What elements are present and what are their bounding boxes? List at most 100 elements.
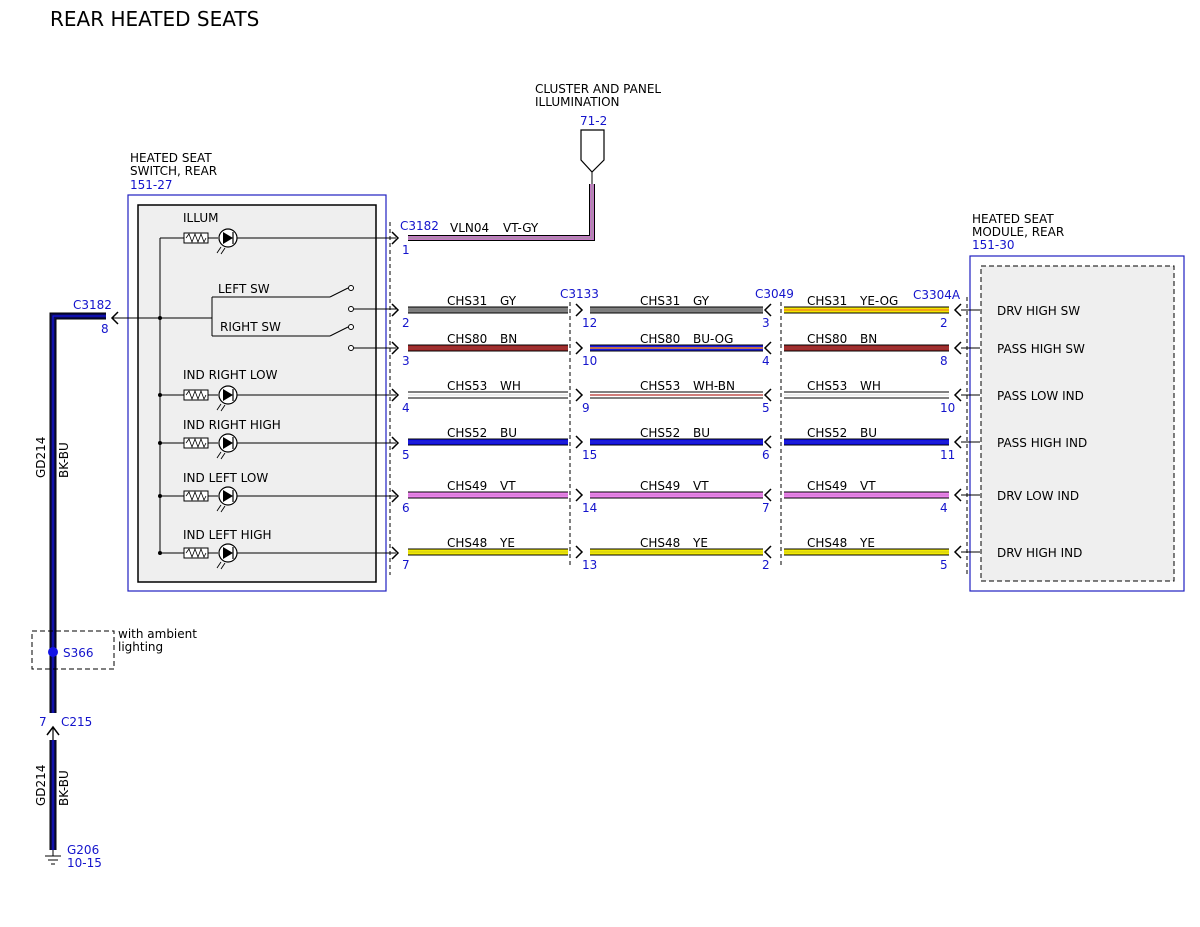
c3049-arrow xyxy=(763,303,772,317)
module-pin-number: 2 xyxy=(940,316,948,330)
c3049-pin-number: 6 xyxy=(762,448,770,462)
c3133-arrow xyxy=(575,388,584,402)
module-pin-number: 11 xyxy=(940,448,955,462)
wire-circuit-seg3: CHS48 xyxy=(807,536,847,550)
wire-color-seg3: VT xyxy=(860,479,876,493)
wire-color-seg2: BU xyxy=(693,426,710,440)
illum-label: ILLUM xyxy=(183,211,218,225)
harness-wire-row: CHS49 VT CHS49 VT CHS49 VT 6 14 7 4 DRV LOW IND xyxy=(402,479,1079,515)
ground-point-label[interactable]: G206 xyxy=(67,843,99,857)
c3133-arrow xyxy=(575,435,584,449)
wire-color-seg3: YE-OG xyxy=(859,294,898,308)
c3049-pin-number: 3 xyxy=(762,316,770,330)
c3133-pin-number: 13 xyxy=(582,558,597,572)
wire-color-seg3: WH xyxy=(860,379,881,393)
wire-color-seg2: YE xyxy=(692,536,708,550)
c3133-pin-number: 14 xyxy=(582,501,597,515)
illum-color: VT-GY xyxy=(503,221,539,235)
wiring-diagram: REAR HEATED SEATS CLUSTER AND PANEL ILLU… xyxy=(31,7,1185,870)
right-sw-contact xyxy=(348,324,354,330)
wire-color-seg2: VT xyxy=(693,479,709,493)
switch-pin-number: 4 xyxy=(402,401,410,415)
switch-pin-number: 5 xyxy=(402,448,410,462)
module-connector[interactable]: C3304A xyxy=(913,288,961,302)
wire-circuit-seg3: CHS53 xyxy=(807,379,847,393)
harness-wire-row: CHS48 YE CHS48 YE CHS48 YE 7 13 2 5 DRV HIGH IND xyxy=(402,536,1082,572)
wire-color-seg3: BN xyxy=(860,332,877,346)
wire-color-seg1: BU xyxy=(500,426,517,440)
wire-color-seg2: GY xyxy=(693,294,710,308)
wire-circuit-seg3: CHS52 xyxy=(807,426,847,440)
wire-circuit-seg2: CHS48 xyxy=(640,536,680,550)
module-pin-arrow xyxy=(953,388,962,402)
splice-note-line2: lighting xyxy=(118,640,163,654)
module-pin-arrow xyxy=(953,341,962,355)
c3133-label[interactable]: C3133 xyxy=(560,287,599,301)
ground-ref[interactable]: 10-15 xyxy=(67,856,102,870)
wire-color-seg1: VT xyxy=(500,479,516,493)
cluster-ref[interactable]: 71-2 xyxy=(580,114,607,128)
wire-circuit-seg2: CHS31 xyxy=(640,294,680,308)
module-pin-number: 4 xyxy=(940,501,948,515)
ground-color-lower: BK-BU xyxy=(57,770,71,806)
ind-right-high-label: IND RIGHT HIGH xyxy=(183,418,281,432)
wire-circuit-seg2: CHS49 xyxy=(640,479,680,493)
switch-name-line1: HEATED SEAT xyxy=(130,151,212,165)
wire-circuit-seg3: CHS49 xyxy=(807,479,847,493)
switch-pin-number: 6 xyxy=(402,501,410,515)
wire-color-seg3: YE xyxy=(859,536,875,550)
switch-pin-number: 7 xyxy=(402,558,410,572)
switch-pin-number: 2 xyxy=(402,316,410,330)
left-sw-label: LEFT SW xyxy=(218,282,270,296)
left-sw-output xyxy=(348,306,354,312)
c3049-arrow xyxy=(763,545,772,559)
ground-connector-label[interactable]: C3182 xyxy=(73,298,112,312)
c3133-pin-number: 15 xyxy=(582,448,597,462)
c3133-pin-number: 9 xyxy=(582,401,590,415)
module-pin-label: PASS HIGH SW xyxy=(997,342,1085,356)
module-pin-arrow xyxy=(953,545,962,559)
switch-pin-arrow xyxy=(391,303,400,317)
illum-wire: C3182 1 VLN04 VT-GY xyxy=(400,172,595,257)
c3049-label[interactable]: C3049 xyxy=(755,287,794,301)
module-pin-arrow xyxy=(953,435,962,449)
wire-color-seg1: BN xyxy=(500,332,517,346)
ground-circuit-lower: GD214 xyxy=(34,765,48,806)
wire-color-seg3: BU xyxy=(860,426,877,440)
wire-circuit-seg1: CHS31 xyxy=(447,294,487,308)
c3049-pin-number: 7 xyxy=(762,501,770,515)
switch-ref[interactable]: 151-27 xyxy=(130,178,173,192)
c3133-arrow xyxy=(575,488,584,502)
wire-color-seg1: YE xyxy=(499,536,515,550)
illum-connector-label[interactable]: C3182 xyxy=(400,219,439,233)
module-name-line2: MODULE, REAR xyxy=(972,225,1064,239)
c3133-arrow xyxy=(575,545,584,559)
page-title: REAR HEATED SEATS xyxy=(50,7,259,31)
wire-circuit-seg2: CHS80 xyxy=(640,332,680,346)
c3049-pin-number: 2 xyxy=(762,558,770,572)
cluster-illumination-source: CLUSTER AND PANEL ILLUMINATION 71-2 xyxy=(535,82,661,173)
c3049-arrow xyxy=(763,488,772,502)
c3049-pin-number: 4 xyxy=(762,354,770,368)
wire-color-seg1: GY xyxy=(500,294,517,308)
c3133-pin-number: 12 xyxy=(582,316,597,330)
wire-circuit-seg1: CHS49 xyxy=(447,479,487,493)
ground-circuit-upper: GD214 xyxy=(34,437,48,478)
wire-color-seg1: WH xyxy=(500,379,521,393)
splice-label[interactable]: S366 xyxy=(63,646,94,660)
module-pin-number: 5 xyxy=(940,558,948,572)
wire-circuit-seg2: CHS53 xyxy=(640,379,680,393)
module-ref[interactable]: 151-30 xyxy=(972,238,1015,252)
switch-pin-number: 3 xyxy=(402,354,410,368)
module-pin-label: PASS LOW IND xyxy=(997,389,1084,403)
cluster-label-line1: CLUSTER AND PANEL xyxy=(535,82,661,96)
module-pin-arrow xyxy=(953,303,962,317)
splice-dot xyxy=(48,647,58,657)
ind-right-low-label: IND RIGHT LOW xyxy=(183,368,278,382)
illum-circuit: VLN04 xyxy=(450,221,489,235)
module-pin-label: DRV LOW IND xyxy=(997,489,1079,503)
module-name-line1: HEATED SEAT xyxy=(972,212,1054,226)
module-pin-label: DRV HIGH IND xyxy=(997,546,1082,560)
module-pin-label: PASS HIGH IND xyxy=(997,436,1087,450)
c215-label[interactable]: C215 xyxy=(61,715,92,729)
